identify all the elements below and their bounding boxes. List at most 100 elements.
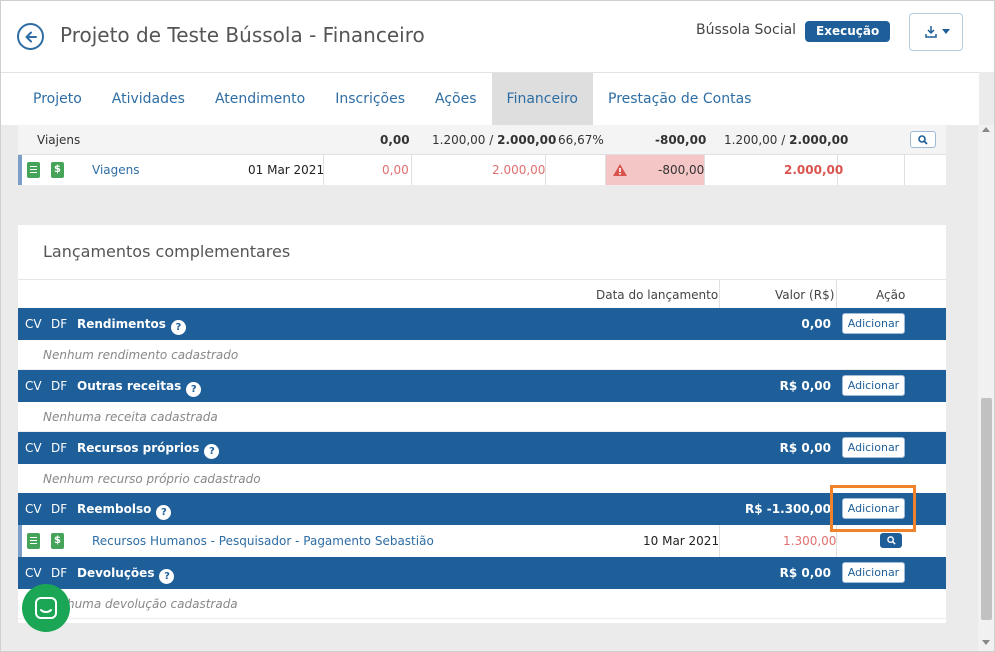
item-v3: -800,00	[658, 163, 705, 177]
reimbursement-item-link[interactable]: Recursos Humanos - Pesquisador - Pagamen…	[92, 534, 434, 548]
status-badge: Execução	[805, 21, 891, 42]
tab-financeiro[interactable]: Financeiro	[491, 73, 593, 125]
reimbursement-item-row: $ Recursos Humanos - Pesquisador - Pagam…	[18, 525, 946, 557]
reimbursement-value: 1.300,00	[783, 534, 837, 548]
tab-inscricoes[interactable]: Inscrições	[320, 73, 420, 125]
download-menu-button[interactable]	[909, 13, 963, 51]
empty-message-row: Nenhuma receita cadastrada	[18, 402, 946, 432]
add-rendimento-button[interactable]: Adicionar	[842, 313, 905, 334]
item-v3-cell	[546, 155, 606, 185]
header-value: Valor (R$)	[775, 288, 835, 302]
section-name: Reembolso?	[77, 502, 172, 520]
summary-col5-b: 2.000,00	[789, 133, 849, 147]
cv-label[interactable]: CV	[25, 317, 42, 331]
arrow-left-icon	[25, 31, 37, 42]
section-rendimentos: CV DF Rendimentos? 0,00 Adicionar	[18, 308, 946, 340]
section-name-text: Outras receitas	[77, 379, 182, 393]
section-reembolso: CV DF Reembolso? R$ -1.300,00 Adicionar	[18, 493, 946, 525]
section-name-text: Rendimentos	[77, 317, 166, 331]
empty-message-row: Nenhum rendimento cadastrado	[18, 340, 946, 370]
cv-label[interactable]: CV	[25, 379, 42, 393]
cv-label[interactable]: CV	[25, 566, 42, 580]
section-name: Recursos próprios?	[77, 441, 220, 459]
tab-atendimento[interactable]: Atendimento	[200, 73, 320, 125]
chat-launcher-button[interactable]	[22, 584, 70, 632]
help-icon[interactable]: ?	[156, 505, 172, 520]
df-label[interactable]: DF	[51, 441, 67, 455]
section-value: R$ 0,00	[779, 566, 831, 580]
empty-message: Nenhuma devolução cadastrada	[43, 597, 238, 611]
tab-bar: Projeto Atividades Atendimento Inscriçõe…	[1, 72, 979, 125]
back-button[interactable]	[17, 23, 44, 50]
vertical-scrollbar[interactable]	[978, 125, 994, 651]
cv-label[interactable]: CV	[25, 441, 42, 455]
section-name: Outras receitas?	[77, 379, 202, 397]
section-value: R$ 0,00	[779, 379, 831, 393]
section-value: R$ 0,00	[779, 441, 831, 455]
summary-col3: 66,67%	[558, 133, 604, 147]
search-button[interactable]	[910, 131, 936, 148]
complementary-entries-panel: Lançamentos complementares Data do lança…	[18, 225, 946, 623]
header: Projeto de Teste Bússola - Financeiro Bú…	[1, 1, 994, 72]
header-date: Data do lançamento	[596, 288, 719, 302]
df-label[interactable]: DF	[51, 566, 67, 580]
section-recursos-proprios: CV DF Recursos próprios? R$ 0,00 Adicion…	[18, 432, 946, 464]
scroll-thumb[interactable]	[981, 398, 992, 620]
df-label[interactable]: DF	[51, 379, 67, 393]
tab-projeto[interactable]: Projeto	[18, 73, 97, 125]
help-icon[interactable]: ?	[170, 320, 186, 335]
page-title: Projeto de Teste Bússola - Financeiro	[60, 23, 425, 47]
category-summary-row: Viajens 0,00 1.200,00 / 2.000,00 66,67% …	[18, 125, 946, 155]
df-label[interactable]: DF	[51, 502, 67, 516]
summary-col1: 0,00	[380, 133, 410, 147]
empty-message: Nenhum rendimento cadastrado	[43, 348, 239, 362]
panel-title: Lançamentos complementares	[43, 242, 291, 261]
money-icon[interactable]: $	[51, 533, 64, 549]
category-label: Viajens	[37, 133, 81, 147]
section-devolucoes: CV DF Devoluções? R$ 0,00 Adicionar	[18, 557, 946, 589]
item-v4: 2.000,00	[784, 163, 844, 177]
item-v1: 0,00	[382, 163, 409, 177]
reimbursement-date: 10 Mar 2021	[643, 534, 720, 548]
section-name-text: Devoluções	[77, 566, 155, 580]
tab-acoes[interactable]: Ações	[420, 73, 492, 125]
summary-col5-a: 1.200,00 /	[724, 133, 790, 147]
download-icon	[924, 26, 937, 38]
scroll-up-arrow-icon[interactable]	[982, 127, 990, 132]
budget-item-row: $ Viagens 01 Mar 2021 0,00 2.000,00 -800…	[18, 155, 946, 185]
scroll-down-arrow-icon[interactable]	[982, 640, 990, 645]
df-label[interactable]: DF	[51, 317, 67, 331]
empty-message: Nenhum recurso próprio cadastrado	[43, 472, 261, 486]
tab-atividades[interactable]: Atividades	[97, 73, 200, 125]
help-icon[interactable]: ?	[159, 569, 175, 584]
section-value: R$ -1.300,00	[745, 502, 831, 516]
view-reimbursement-button[interactable]	[880, 533, 902, 548]
chat-icon	[35, 597, 57, 619]
help-icon[interactable]: ?	[186, 382, 202, 397]
section-name: Devoluções?	[77, 566, 175, 584]
empty-message-row: Nenhuma devolução cadastrada	[18, 589, 946, 619]
item-action-cell	[838, 155, 905, 185]
search-icon	[886, 536, 896, 545]
section-name-text: Recursos próprios	[77, 441, 200, 455]
add-recurso-proprio-button[interactable]: Adicionar	[842, 437, 905, 458]
header-divider	[836, 280, 837, 309]
header-divider	[719, 280, 720, 309]
item-v2: 2.000,00	[492, 163, 546, 177]
summary-col4: -800,00	[655, 133, 707, 147]
tab-prestacao-de-contas[interactable]: Prestação de Contas	[593, 73, 766, 125]
receipt-icon[interactable]	[27, 533, 40, 549]
empty-message-row: Nenhum recurso próprio cadastrado	[18, 464, 946, 494]
empty-message: Nenhuma receita cadastrada	[43, 410, 218, 424]
help-icon[interactable]: ?	[204, 444, 220, 459]
summary-col2-a: 1.200,00 /	[432, 133, 498, 147]
table-header: Data do lançamento Valor (R$) Ação	[18, 279, 946, 309]
add-devolucao-button[interactable]: Adicionar	[842, 562, 905, 583]
add-receita-button[interactable]: Adicionar	[842, 375, 905, 396]
budget-table: Viajens 0,00 1.200,00 / 2.000,00 66,67% …	[18, 125, 946, 185]
warning-icon	[613, 164, 627, 176]
item-date: 01 Mar 2021	[248, 163, 325, 177]
header-action: Ação	[876, 288, 906, 302]
section-value: 0,00	[801, 317, 831, 331]
cv-label[interactable]: CV	[25, 502, 42, 516]
